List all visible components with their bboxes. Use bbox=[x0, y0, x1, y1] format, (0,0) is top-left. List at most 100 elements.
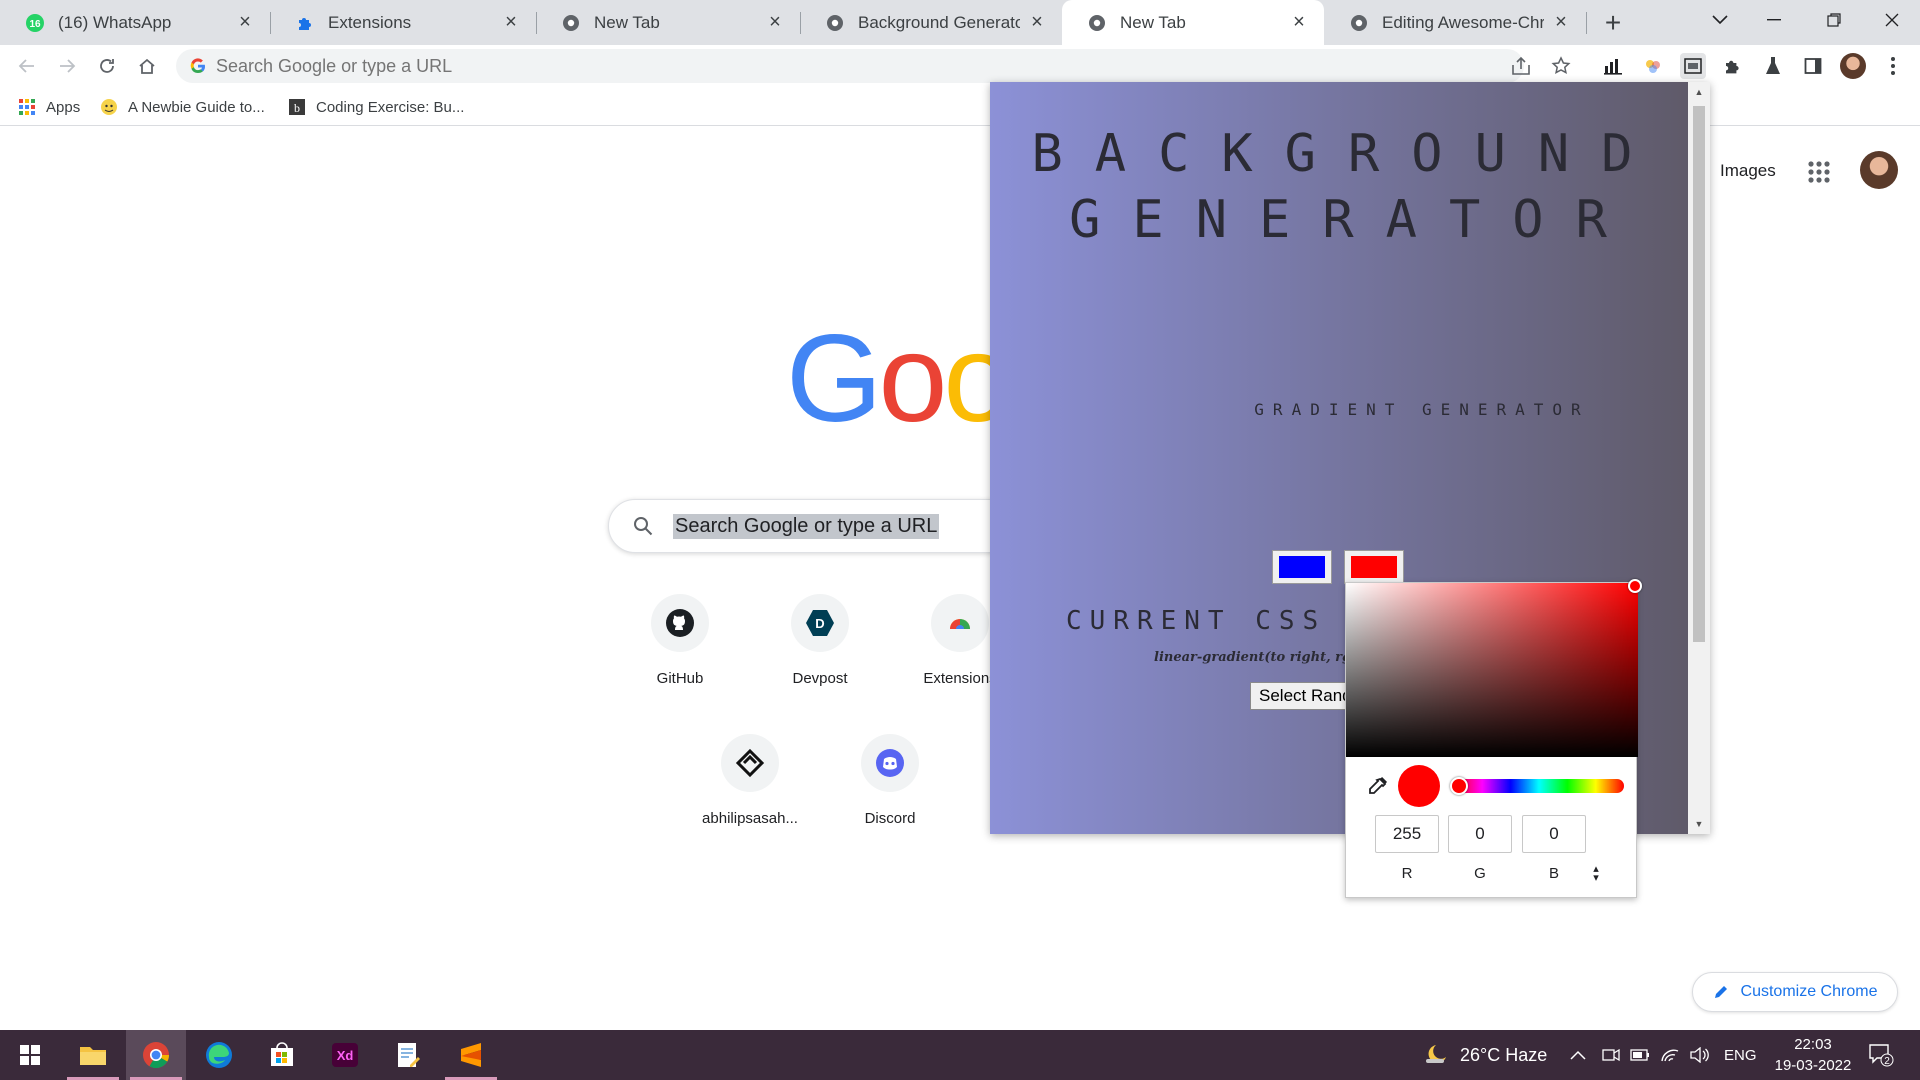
taskbar-chrome[interactable] bbox=[126, 1030, 186, 1080]
tray-volume[interactable] bbox=[1690, 1030, 1710, 1080]
eyedropper-icon[interactable] bbox=[1366, 776, 1388, 798]
color-input-1[interactable] bbox=[1272, 550, 1332, 584]
taskbar-adobe-xd[interactable]: Xd bbox=[315, 1030, 375, 1080]
forward-button[interactable] bbox=[52, 51, 82, 81]
diamond-icon bbox=[721, 734, 779, 792]
weather-widget[interactable]: 26°C Haze bbox=[1424, 1030, 1547, 1080]
green-input[interactable] bbox=[1448, 815, 1512, 853]
reload-button[interactable] bbox=[92, 51, 122, 81]
shortcut-github[interactable]: GitHub bbox=[624, 594, 736, 687]
notification-icon: 2 bbox=[1869, 1044, 1894, 1067]
shortcut-label: GitHub bbox=[656, 670, 704, 687]
taskbar-edge[interactable] bbox=[189, 1030, 249, 1080]
customize-chrome-button[interactable]: Customize Chrome bbox=[1692, 972, 1898, 1012]
tab-label: (16) WhatsApp bbox=[58, 12, 172, 32]
tab-strip: 16 (16) WhatsApp × Extensions × New Tab … bbox=[0, 0, 1920, 45]
tab-new-tab[interactable]: New Tab × bbox=[536, 0, 800, 45]
profile-avatar[interactable] bbox=[1840, 53, 1866, 79]
extension-background-generator-button[interactable] bbox=[1680, 53, 1706, 79]
close-icon[interactable]: × bbox=[1026, 11, 1048, 34]
shortcut-devpost[interactable]: D Devpost bbox=[764, 594, 876, 687]
notification-center-button[interactable]: 2 bbox=[1868, 1030, 1894, 1080]
extensions-menu-button[interactable] bbox=[1720, 53, 1746, 79]
tray-language[interactable]: ENG bbox=[1724, 1030, 1757, 1080]
tray-battery[interactable] bbox=[1630, 1030, 1650, 1080]
close-icon[interactable]: × bbox=[500, 11, 522, 34]
tab-whatsapp[interactable]: 16 (16) WhatsApp × bbox=[0, 0, 270, 45]
images-link[interactable]: Images bbox=[1720, 161, 1776, 181]
shortcut-discord[interactable]: Discord bbox=[834, 734, 946, 827]
start-button[interactable] bbox=[0, 1030, 60, 1080]
tab-background-generator[interactable]: Background Generator Chro × bbox=[800, 0, 1062, 45]
select-random-button[interactable]: Select Random bbox=[1250, 682, 1360, 710]
share-button[interactable] bbox=[1508, 53, 1534, 79]
close-icon[interactable]: × bbox=[234, 11, 256, 34]
tray-network[interactable] bbox=[1660, 1030, 1680, 1080]
search-box-text[interactable]: Search Google or type a URL bbox=[673, 513, 940, 539]
pencil-icon bbox=[1714, 986, 1727, 998]
side-panel-button[interactable] bbox=[1800, 53, 1826, 79]
tab-search-button[interactable] bbox=[1692, 0, 1748, 40]
scroll-up-icon[interactable]: ▲ bbox=[1688, 82, 1710, 102]
hue-slider[interactable] bbox=[1454, 779, 1624, 793]
restore-button[interactable] bbox=[1806, 0, 1862, 40]
saturation-handle[interactable] bbox=[1628, 579, 1642, 593]
popup-scrollbar[interactable]: ▲ ▼ bbox=[1688, 82, 1710, 834]
google-apps-button[interactable] bbox=[1804, 157, 1834, 187]
omnibox-input[interactable] bbox=[216, 55, 1116, 77]
address-bar[interactable] bbox=[176, 49, 1524, 83]
scroll-down-icon[interactable]: ▼ bbox=[1688, 814, 1710, 834]
tray-meet-now[interactable] bbox=[1602, 1030, 1620, 1080]
minimize-button[interactable] bbox=[1746, 0, 1802, 40]
chrome-menu-button[interactable] bbox=[1880, 53, 1906, 79]
tab-label: Background Generator Chro bbox=[858, 12, 1020, 32]
devpost-icon: D bbox=[791, 594, 849, 652]
red-input[interactable] bbox=[1375, 815, 1439, 853]
home-button[interactable] bbox=[132, 51, 162, 81]
bookmark-newbie-guide[interactable]: A Newbie Guide to... bbox=[100, 94, 265, 120]
blue-input[interactable] bbox=[1522, 815, 1586, 853]
taskbar-clock[interactable]: 22:03 19-03-2022 bbox=[1768, 1034, 1858, 1076]
saturation-value-area[interactable] bbox=[1346, 583, 1638, 757]
tray-overflow-button[interactable] bbox=[1570, 1030, 1586, 1080]
taskbar-file-explorer[interactable] bbox=[63, 1030, 123, 1080]
bookmark-coding-exercise[interactable]: b Coding Exercise: Bu... bbox=[288, 94, 464, 120]
chevron-down-icon bbox=[1712, 15, 1728, 25]
weather-text: 26°C Haze bbox=[1460, 1044, 1548, 1065]
hue-handle[interactable] bbox=[1450, 777, 1468, 795]
extension-analytics-button[interactable] bbox=[1600, 53, 1626, 79]
bookmark-star-button[interactable] bbox=[1548, 53, 1574, 79]
close-window-button[interactable] bbox=[1864, 0, 1920, 40]
extension-colorful-button[interactable] bbox=[1640, 53, 1666, 79]
color-input-2[interactable] bbox=[1344, 550, 1404, 584]
account-avatar[interactable] bbox=[1860, 151, 1898, 189]
close-icon[interactable]: × bbox=[1550, 11, 1572, 34]
svg-text:D: D bbox=[815, 616, 824, 631]
bookmark-apps[interactable]: Apps bbox=[18, 94, 80, 120]
github-icon bbox=[651, 594, 709, 652]
bookmark-label: Coding Exercise: Bu... bbox=[316, 98, 465, 116]
clock-date: 19-03-2022 bbox=[1774, 1057, 1852, 1074]
tab-extensions[interactable]: Extensions × bbox=[270, 0, 536, 45]
windows-icon bbox=[20, 1045, 40, 1065]
scrollbar-thumb[interactable] bbox=[1693, 106, 1705, 642]
taskbar-notepad[interactable] bbox=[378, 1030, 438, 1080]
chrome-icon bbox=[931, 594, 989, 652]
tab-new-tab-active[interactable]: New Tab × bbox=[1062, 0, 1324, 45]
close-icon[interactable]: × bbox=[764, 11, 786, 34]
tab-editing-awesome-chrome[interactable]: Editing Awesome-Chrome- × bbox=[1324, 0, 1586, 45]
labs-button[interactable] bbox=[1760, 53, 1786, 79]
folder-icon bbox=[80, 1047, 106, 1065]
shortcut-abhilipsasah[interactable]: abhilipsasah... bbox=[694, 734, 806, 827]
tab-label: New Tab bbox=[1120, 12, 1186, 32]
customize-label: Customize Chrome bbox=[1740, 983, 1878, 1000]
new-tab-button[interactable]: + bbox=[1598, 7, 1628, 38]
puzzle-icon bbox=[1726, 60, 1739, 74]
taskbar-store[interactable] bbox=[252, 1030, 312, 1080]
red-label: R bbox=[1401, 865, 1413, 882]
clock-time: 22:03 bbox=[1794, 1036, 1832, 1053]
taskbar-sublime-text[interactable] bbox=[441, 1030, 501, 1080]
format-toggle-icon[interactable]: ▴ ▾ bbox=[1590, 864, 1602, 884]
back-button[interactable] bbox=[12, 51, 42, 81]
close-icon[interactable]: × bbox=[1288, 11, 1310, 34]
